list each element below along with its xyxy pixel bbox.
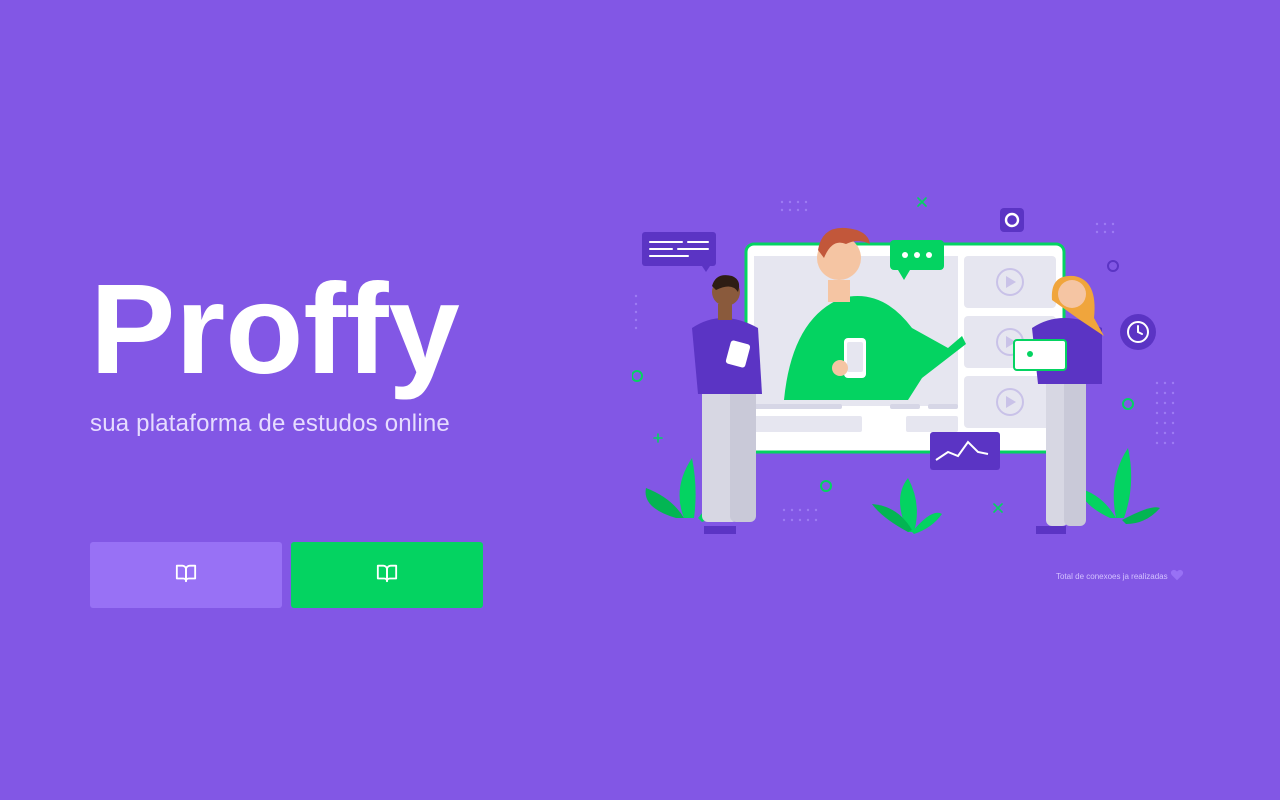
hero-illustration [610,188,1192,543]
study-button[interactable] [90,542,282,608]
tagline: sua plataforma de estudos online [90,410,450,437]
connections-text: Total de conexoes ja realizadas [1056,571,1168,581]
book-open-icon [376,562,398,589]
purple-heart-icon [1170,568,1184,584]
action-buttons [90,542,483,608]
landing-page: Proffy sua plataforma de estudos online [0,0,1280,800]
logo-text: Proffy [90,270,460,401]
proffy-logo: Proffy [90,270,530,405]
give-classes-button[interactable] [291,542,483,608]
book-open-icon [175,562,197,589]
total-connections: Total de conexoes ja realizadas [1056,568,1184,584]
